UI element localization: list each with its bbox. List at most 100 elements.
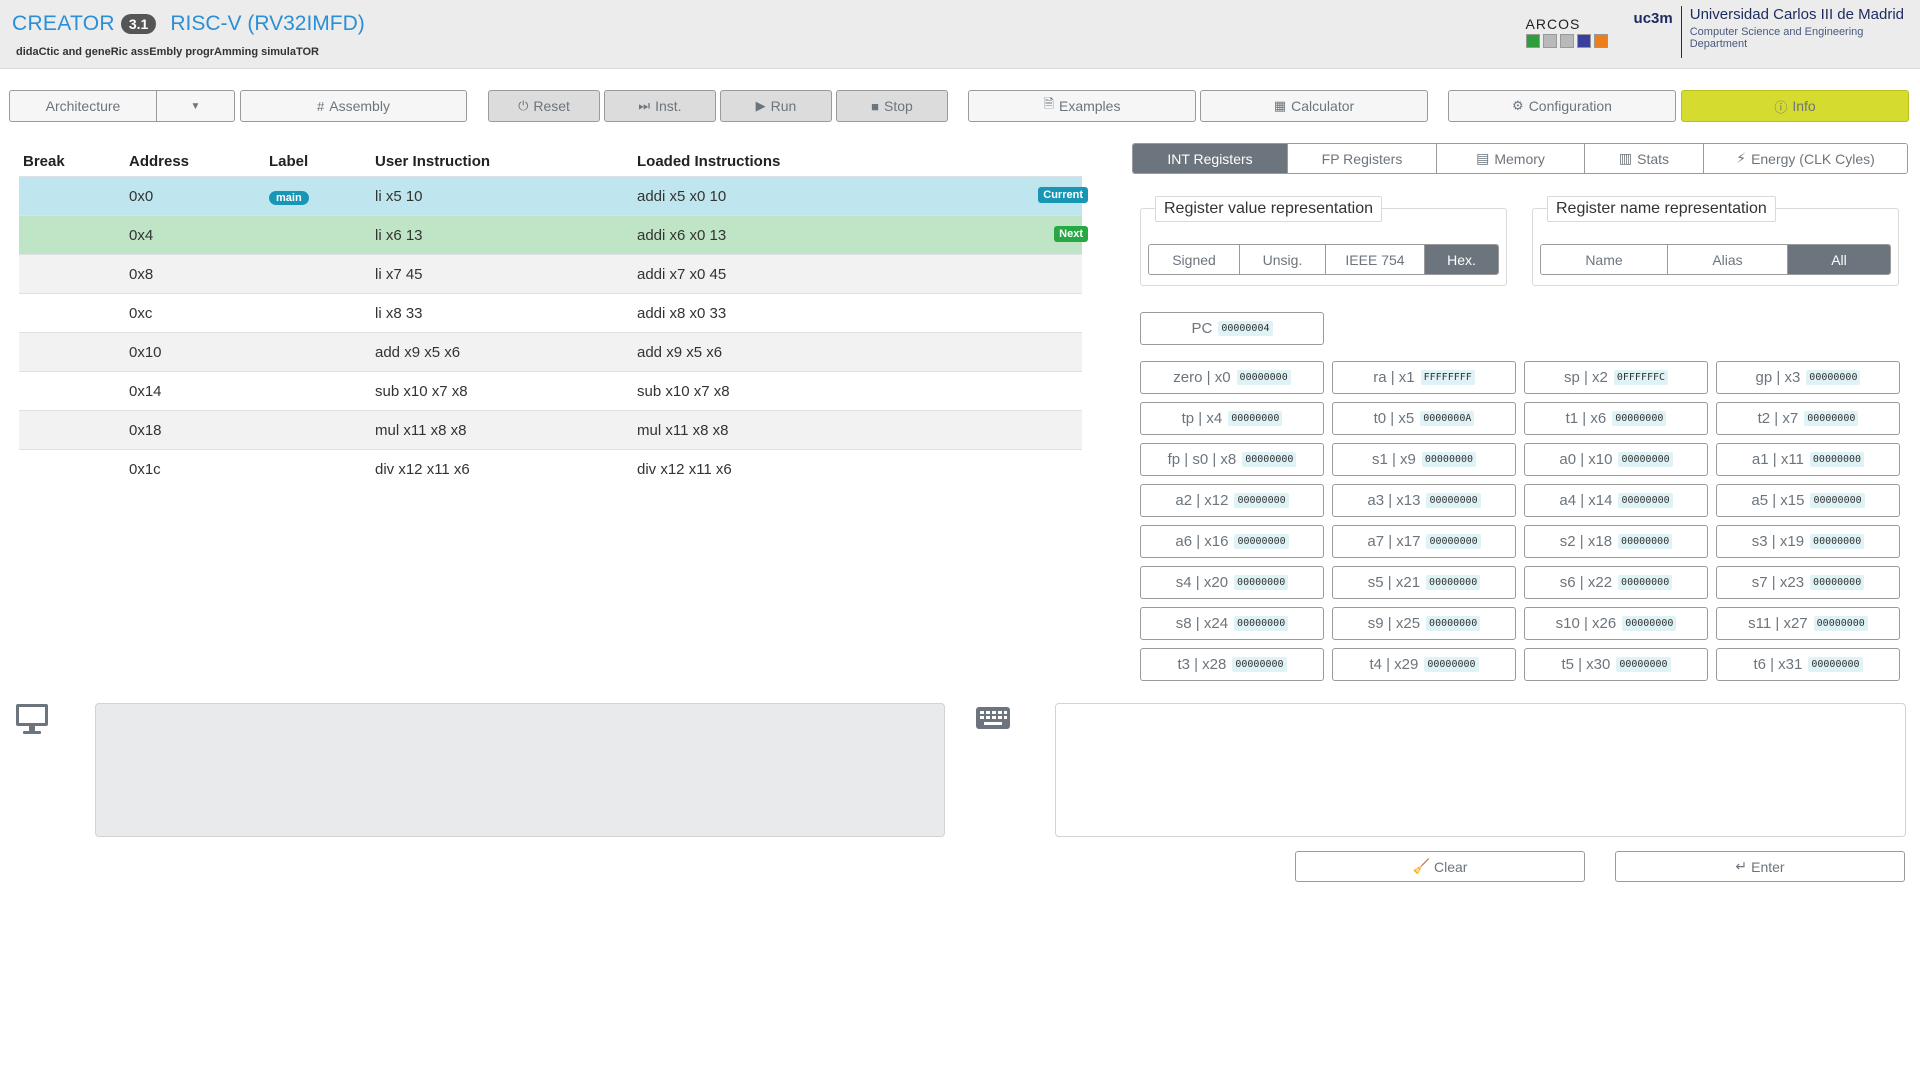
register-x23[interactable]: s7 | x23 00000000: [1716, 566, 1900, 599]
architecture-dropdown[interactable]: Architecture ▼: [9, 90, 235, 122]
register-x6[interactable]: t1 | x6 00000000: [1524, 402, 1708, 435]
register-x7[interactable]: t2 | x7 00000000: [1716, 402, 1900, 435]
loaded-instruction-cell: sub x10 x7 x8: [637, 382, 730, 400]
uc3m-mark: uc3m: [1633, 10, 1673, 27]
instruction-row[interactable]: 0x18 mul x11 x8 x8 mul x11 x8 x8: [19, 410, 1082, 449]
arcos-logo[interactable]: ARCOS: [1525, 16, 1608, 48]
register-x4[interactable]: tp | x4 00000000: [1140, 402, 1324, 435]
register-x28[interactable]: t3 | x28 00000000: [1140, 648, 1324, 681]
tab-memory[interactable]: ▤ Memory: [1437, 144, 1585, 173]
register-x31[interactable]: t6 | x31 00000000: [1716, 648, 1900, 681]
register-x3[interactable]: gp | x3 00000000: [1716, 361, 1900, 394]
register-x11[interactable]: a1 | x11 00000000: [1716, 443, 1900, 476]
architecture-title[interactable]: RISC-V (RV32IMFD): [170, 12, 364, 36]
instruction-row[interactable]: 0x10 add x9 x5 x6 add x9 x5 x6: [19, 332, 1082, 371]
value-option-hex[interactable]: Hex.: [1425, 245, 1498, 274]
register-x1[interactable]: ra | x1 FFFFFFFF: [1332, 361, 1516, 394]
register-x10[interactable]: a0 | x10 00000000: [1524, 443, 1708, 476]
gears-icon: ⚙: [1512, 98, 1524, 113]
name-representation-title: Register name representation: [1547, 196, 1776, 222]
run-button[interactable]: ▶ Run: [720, 90, 832, 122]
register-pc[interactable]: PC 00000004: [1140, 312, 1324, 345]
inst-label: Inst.: [655, 98, 682, 114]
register-name: fp | s0 | x8: [1167, 451, 1237, 468]
register-x26[interactable]: s10 | x26 00000000: [1524, 607, 1708, 640]
register-x30[interactable]: t5 | x30 00000000: [1524, 648, 1708, 681]
loaded-instruction-cell: addi x8 x0 33: [637, 304, 727, 322]
tab-energy[interactable]: ⚡ Energy (CLK Cyles): [1704, 144, 1907, 173]
inst-button[interactable]: ⏭ Inst.: [604, 90, 716, 122]
address-cell: 0x18: [129, 421, 162, 439]
reset-button[interactable]: ⏻ Reset: [488, 90, 600, 122]
instruction-row[interactable]: 0x0 main li x5 10 addi x5 x0 10 Current: [19, 176, 1088, 215]
register-value: 00000000: [1228, 411, 1283, 426]
register-x8[interactable]: fp | s0 | x8 00000000: [1140, 443, 1324, 476]
register-value: 00000000: [1242, 452, 1297, 467]
instruction-table: Break Address Label User Instruction Loa…: [19, 146, 1088, 488]
tab-stats[interactable]: ▥ Stats: [1585, 144, 1704, 173]
university-name: Universidad Carlos III de Madrid: [1689, 6, 1904, 23]
register-name: t1 | x6: [1565, 410, 1607, 427]
enter-button[interactable]: ↵ Enter: [1615, 851, 1905, 882]
caret-down-icon[interactable]: ▼: [157, 91, 234, 121]
configuration-button[interactable]: ⚙ Configuration: [1448, 90, 1676, 122]
tab-int-registers[interactable]: INT Registers: [1133, 144, 1288, 173]
register-x14[interactable]: a4 | x14 00000000: [1524, 484, 1708, 517]
app-name[interactable]: CREATOR: [12, 12, 115, 36]
fast-forward-icon: ⏭: [638, 98, 651, 113]
register-value: 00000004: [1218, 321, 1273, 336]
register-x18[interactable]: s2 | x18 00000000: [1524, 525, 1708, 558]
name-option-name[interactable]: Name: [1541, 245, 1668, 274]
register-x25[interactable]: s9 | x25 00000000: [1332, 607, 1516, 640]
instruction-row[interactable]: 0x4 li x6 13 addi x6 x0 13 Next: [19, 215, 1088, 254]
tab-fp-registers[interactable]: FP Registers: [1288, 144, 1437, 173]
register-x16[interactable]: a6 | x16 00000000: [1140, 525, 1324, 558]
address-cell: 0x10: [129, 343, 162, 361]
play-icon: ▶: [755, 98, 766, 113]
instruction-row[interactable]: 0x8 li x7 45 addi x7 x0 45: [19, 254, 1082, 293]
assembly-button[interactable]: # Assembly: [240, 90, 467, 122]
value-option-unsigned[interactable]: Unsig.: [1240, 245, 1326, 274]
register-x22[interactable]: s6 | x22 00000000: [1524, 566, 1708, 599]
register-value: 00000000: [1234, 493, 1289, 508]
value-option-ieee754[interactable]: IEEE 754: [1326, 245, 1425, 274]
register-x15[interactable]: a5 | x15 00000000: [1716, 484, 1900, 517]
register-x21[interactable]: s5 | x21 00000000: [1332, 566, 1516, 599]
uc3m-logo[interactable]: uc3m Universidad Carlos III de Madrid Co…: [1634, 6, 1904, 58]
register-tabs: INT Registers FP Registers ▤ Memory ▥ St…: [1132, 143, 1908, 174]
arcos-label: ARCOS: [1525, 16, 1581, 32]
assembly-label: Assembly: [329, 98, 390, 114]
user-instruction-cell: add x9 x5 x6: [375, 343, 461, 361]
register-x29[interactable]: t4 | x29 00000000: [1332, 648, 1516, 681]
name-option-alias[interactable]: Alias: [1668, 245, 1788, 274]
register-x27[interactable]: s11 | x27 00000000: [1716, 607, 1900, 640]
name-option-all[interactable]: All: [1788, 245, 1890, 274]
loaded-instruction-cell: add x9 x5 x6: [637, 343, 723, 361]
enter-label: Enter: [1751, 858, 1785, 875]
register-x19[interactable]: s3 | x19 00000000: [1716, 525, 1900, 558]
instruction-row[interactable]: 0xc li x8 33 addi x8 x0 33: [19, 293, 1082, 332]
register-x13[interactable]: a3 | x13 00000000: [1332, 484, 1516, 517]
info-button[interactable]: ⓘ Info: [1681, 90, 1909, 122]
register-x20[interactable]: s4 | x20 00000000: [1140, 566, 1324, 599]
examples-button[interactable]: 🗎 Examples: [968, 90, 1196, 122]
register-x9[interactable]: s1 | x9 00000000: [1332, 443, 1516, 476]
console-input[interactable]: [1055, 703, 1906, 837]
register-x0[interactable]: zero | x0 00000000: [1140, 361, 1324, 394]
user-instruction-cell: li x7 45: [375, 265, 423, 283]
clear-button[interactable]: 🧹 Clear: [1295, 851, 1585, 882]
register-x2[interactable]: sp | x2 0FFFFFFC: [1524, 361, 1708, 394]
register-x5[interactable]: t0 | x5 0000000A: [1332, 402, 1516, 435]
value-option-signed[interactable]: Signed: [1149, 245, 1240, 274]
register-x17[interactable]: a7 | x17 00000000: [1332, 525, 1516, 558]
loaded-instruction-cell: mul x11 x8 x8: [637, 421, 729, 439]
register-x24[interactable]: s8 | x24 00000000: [1140, 607, 1324, 640]
instruction-row[interactable]: 0x14 sub x10 x7 x8 sub x10 x7 x8: [19, 371, 1082, 410]
stop-button[interactable]: ■ Stop: [836, 90, 948, 122]
register-x12[interactable]: a2 | x12 00000000: [1140, 484, 1324, 517]
register-value: 00000000: [1616, 657, 1671, 672]
register-value: 00000000: [1622, 616, 1677, 631]
calculator-button[interactable]: ▦ Calculator: [1200, 90, 1428, 122]
architecture-button[interactable]: Architecture: [10, 91, 157, 121]
instruction-row[interactable]: 0x1c div x12 x11 x6 div x12 x11 x6: [19, 449, 1082, 488]
